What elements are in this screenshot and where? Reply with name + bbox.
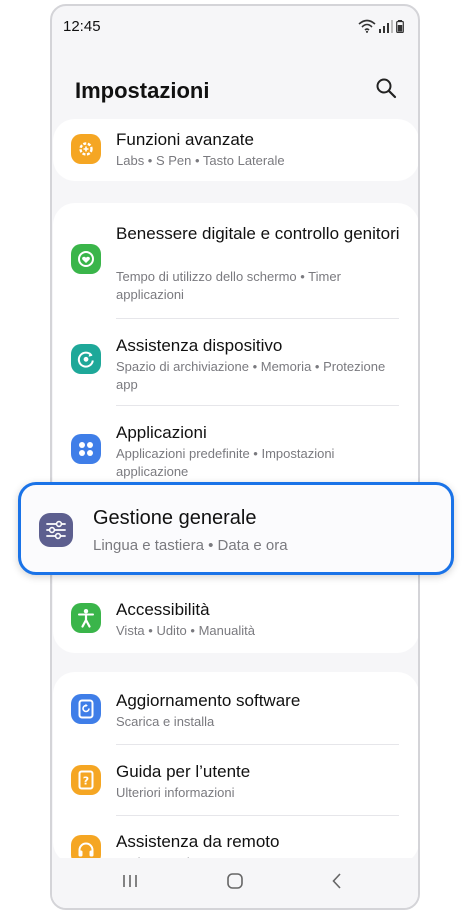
user-guide-icon: ? (71, 765, 101, 795)
software-update-icon (71, 694, 101, 724)
recent-apps-icon (121, 873, 139, 894)
settings-card-main: Benessere digitale e controllo genitori … (53, 203, 418, 653)
wifi-icon (358, 19, 376, 38)
status-icons (358, 19, 404, 38)
item-title: Applicazioni (116, 423, 207, 442)
settings-item-device-care[interactable]: Assistenza dispositivo Spazio di archivi… (53, 321, 418, 403)
settings-item-general-management[interactable]: Gestione generale Lingua e tastiera • Da… (18, 482, 454, 575)
item-title: Funzioni avanzate (116, 130, 254, 149)
phone-screen: 12:45 Impostazioni Funzioni avanzate Lab… (50, 4, 420, 910)
device-care-icon (71, 344, 101, 374)
settings-card-advanced: Funzioni avanzate Labs • S Pen • Tasto L… (53, 119, 418, 181)
status-bar: 12:45 (52, 6, 418, 46)
home-icon (226, 872, 244, 895)
item-title: Assistenza da remoto (116, 832, 280, 851)
settings-item-software-update[interactable]: Aggiornamento software Scarica e install… (53, 672, 418, 738)
item-subtitle: Ulteriori informazioni (116, 785, 235, 800)
settings-item-apps[interactable]: Applicazioni Applicazioni predefinite • … (53, 408, 418, 490)
digital-wellbeing-icon (71, 244, 101, 274)
signal-icon (379, 20, 393, 38)
back-button[interactable] (322, 870, 352, 896)
item-title: Accessibilità (116, 600, 210, 619)
item-subtitle: Vista • Udito • Manualità (116, 623, 255, 638)
page: 12:45 Impostazioni Funzioni avanzate Lab… (0, 0, 470, 915)
item-subtitle: Scarica e installa (116, 714, 215, 729)
settings-item-advanced-features[interactable]: Funzioni avanzate Labs • S Pen • Tasto L… (53, 119, 418, 181)
svg-text:?: ? (83, 775, 89, 788)
settings-item-remote-support[interactable]: Assistenza da remoto Assistenza da remot… (53, 816, 418, 864)
back-icon (330, 872, 344, 895)
status-time: 12:45 (63, 18, 101, 35)
divider (116, 405, 399, 406)
settings-item-user-guide[interactable]: ? Guida per l’utente Ulteriori informazi… (53, 745, 418, 811)
item-title: Gestione generale (93, 507, 257, 529)
item-subtitle: Labs • S Pen • Tasto Laterale (116, 153, 285, 168)
search-icon (375, 77, 397, 104)
item-subtitle: Lingua e tastiera • Data e ora (93, 537, 288, 554)
item-title: Assistenza dispositivo (116, 336, 283, 355)
item-title: Benessere digitale e controllo genitori (116, 224, 400, 243)
gear-plus-icon (71, 134, 101, 164)
battery-icon (396, 20, 404, 38)
settings-card-support: Aggiornamento software Scarica e install… (53, 672, 418, 864)
home-button[interactable] (220, 870, 250, 896)
divider (116, 318, 399, 319)
settings-item-accessibility[interactable]: Accessibilità Vista • Udito • Manualità (53, 591, 418, 653)
item-title: Aggiornamento software (116, 691, 301, 710)
accessibility-icon (71, 603, 101, 633)
search-button[interactable] (370, 74, 402, 106)
apps-grid-icon (71, 434, 101, 464)
settings-item-digital-wellbeing[interactable]: Benessere digitale e controllo genitori … (53, 203, 418, 305)
sliders-icon (39, 513, 73, 547)
page-title: Impostazioni (75, 78, 210, 103)
item-subtitle: Spazio di archiviazione • Memoria • Prot… (116, 359, 386, 392)
item-title: Guida per l’utente (116, 762, 251, 781)
item-subtitle: Applicazioni predefinite • Impostazioni … (116, 446, 335, 479)
navigation-bar (52, 858, 418, 908)
recent-apps-button[interactable] (115, 870, 145, 896)
item-subtitle: Tempo di utilizzo dello schermo • Timer … (116, 269, 341, 302)
